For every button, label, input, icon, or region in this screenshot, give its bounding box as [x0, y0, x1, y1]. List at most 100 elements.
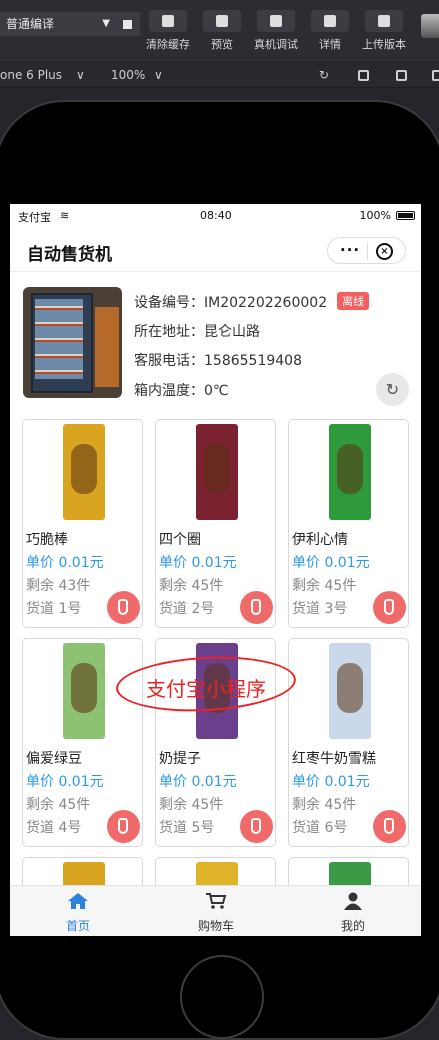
mini-app-capsule: ··· × [327, 237, 406, 264]
tab-cart-label: 购物车 [197, 919, 234, 933]
battery-icon [396, 211, 415, 220]
tap-icon [251, 599, 261, 615]
grid-icon[interactable] [358, 70, 369, 81]
tab-home-label: 首页 [65, 919, 90, 933]
product-card[interactable]: 伊利心情 单价 0.01元 剩余 45件 货道 3号 [288, 419, 409, 628]
product-stock: 剩余 43件 [26, 578, 91, 594]
clock-label: 08:40 [200, 209, 232, 222]
stop-icon[interactable] [123, 20, 132, 29]
product-slot: 货道 4号 [26, 820, 82, 836]
account-avatar[interactable] [421, 14, 439, 38]
product-card[interactable]: 偏爱绿豆 单价 0.01元 剩余 45件 货道 4号 [22, 638, 143, 847]
temperature-row: 箱内温度：0℃ [134, 380, 229, 400]
product-image [196, 424, 238, 520]
product-slot: 货道 2号 [159, 601, 215, 617]
preview-icon [216, 15, 228, 27]
upload-label: 上传版本 [362, 38, 406, 51]
more-button[interactable]: ··· [340, 241, 360, 259]
product-price: 单价 0.01元 [26, 555, 104, 571]
page-title: 自动售货机 [27, 245, 112, 265]
clear-cache-button[interactable]: 清除缓存 [138, 10, 198, 58]
buy-button[interactable] [107, 591, 140, 624]
tab-cart[interactable]: 购物车 [176, 892, 256, 934]
product-slot: 货道 3号 [292, 601, 348, 617]
buy-button[interactable] [240, 810, 273, 843]
product-image [329, 643, 371, 739]
preview-button[interactable]: 预览 [192, 10, 252, 58]
address-row: 所在地址：昆仑山路 [134, 321, 260, 341]
refresh-button[interactable]: ↻ [376, 373, 409, 406]
buy-button[interactable] [240, 591, 273, 624]
phone-value[interactable]: 15865519408 [204, 353, 302, 369]
tap-icon [251, 818, 261, 834]
device-number-label: 设备编号： [134, 295, 204, 311]
tab-mine[interactable]: 我的 [313, 892, 393, 934]
product-card[interactable]: 巧脆棒 单价 0.01元 剩余 43件 货道 1号 [22, 419, 143, 628]
refresh-icon: ↻ [385, 380, 400, 399]
product-name: 巧脆棒 [26, 532, 68, 548]
status-badge: 离线 [337, 292, 370, 310]
tap-icon [384, 818, 394, 834]
details-label: 详情 [319, 38, 341, 51]
wifi-icon: ≋ [60, 209, 70, 222]
product-image [329, 424, 371, 520]
user-icon [344, 892, 362, 910]
tap-icon [384, 599, 394, 615]
capsule-divider [367, 243, 368, 260]
vending-machine-photo [23, 287, 122, 398]
reload-icon[interactable]: ↻ [319, 68, 329, 82]
tab-bar: 首页 购物车 我的 [10, 885, 421, 936]
product-price: 单价 0.01元 [159, 774, 237, 790]
product-name: 偏爱绿豆 [26, 751, 82, 767]
product-card[interactable]: 红枣牛奶雪糕 单价 0.01元 剩余 45件 货道 6号 [288, 638, 409, 847]
address-value: 昆仑山路 [204, 324, 260, 340]
clear-cache-label: 清除缓存 [146, 38, 190, 51]
buy-button[interactable] [373, 810, 406, 843]
device-bar: one 6 Plus ∨ 100% ∨ ↻ [0, 62, 439, 88]
temperature-value: 0℃ [204, 383, 229, 399]
home-icon [68, 893, 88, 909]
debug-label: 真机调试 [254, 38, 298, 51]
compile-mode-select[interactable]: 普通编译 ▼ [0, 12, 140, 36]
product-stock: 剩余 45件 [159, 578, 224, 594]
product-name: 伊利心情 [292, 532, 348, 548]
tap-icon [118, 599, 128, 615]
product-slot: 货道 5号 [159, 820, 215, 836]
zoom-select[interactable]: 100% [111, 68, 145, 82]
status-bar: 支付宝 ≋ 08:40 100% [10, 204, 421, 226]
product-image [63, 643, 105, 739]
product-card[interactable]: 四个圈 单价 0.01元 剩余 45件 货道 2号 [155, 419, 276, 628]
devtools-toolbar: 普通编译 ▼ 清除缓存 预览 真机调试 详情 上传版本 [0, 0, 439, 62]
buy-button[interactable] [373, 591, 406, 624]
product-stock: 剩余 45件 [159, 797, 224, 813]
device-number-value: IM202202260002 [204, 295, 328, 311]
more-icon[interactable] [432, 70, 439, 81]
buy-button[interactable] [107, 810, 140, 843]
device-select[interactable]: one 6 Plus [0, 68, 62, 82]
product-image [63, 424, 105, 520]
chevron-down-icon[interactable]: ∨ [154, 68, 163, 82]
product-name: 四个圈 [159, 532, 201, 548]
chevron-down-icon: ▼ [102, 18, 110, 29]
product-slot: 货道 6号 [292, 820, 348, 836]
product-stock: 剩余 45件 [292, 797, 357, 813]
details-button[interactable]: 详情 [300, 10, 360, 58]
upload-button[interactable]: 上传版本 [354, 10, 414, 58]
settings-icon[interactable] [396, 70, 407, 81]
tab-home[interactable]: 首页 [38, 892, 118, 934]
details-icon [324, 15, 336, 27]
phone-label: 客服电话： [134, 353, 204, 369]
clear-cache-icon [162, 15, 174, 27]
chevron-down-icon[interactable]: ∨ [76, 68, 85, 82]
battery-label: 100% [359, 209, 391, 222]
close-button[interactable]: × [376, 243, 393, 260]
phone-row: 客服电话：15865519408 [134, 350, 302, 370]
product-name: 红枣牛奶雪糕 [292, 751, 376, 767]
preview-label: 预览 [211, 38, 233, 51]
compile-mode-label: 普通编译 [6, 17, 55, 31]
debug-button[interactable]: 真机调试 [246, 10, 306, 58]
home-button[interactable] [180, 955, 264, 1039]
device-number-row: 设备编号：IM202202260002 离线 [134, 292, 370, 312]
address-label: 所在地址： [134, 324, 204, 340]
machine-info-panel: 设备编号：IM202202260002 离线 所在地址：昆仑山路 客服电话：158… [10, 284, 421, 406]
